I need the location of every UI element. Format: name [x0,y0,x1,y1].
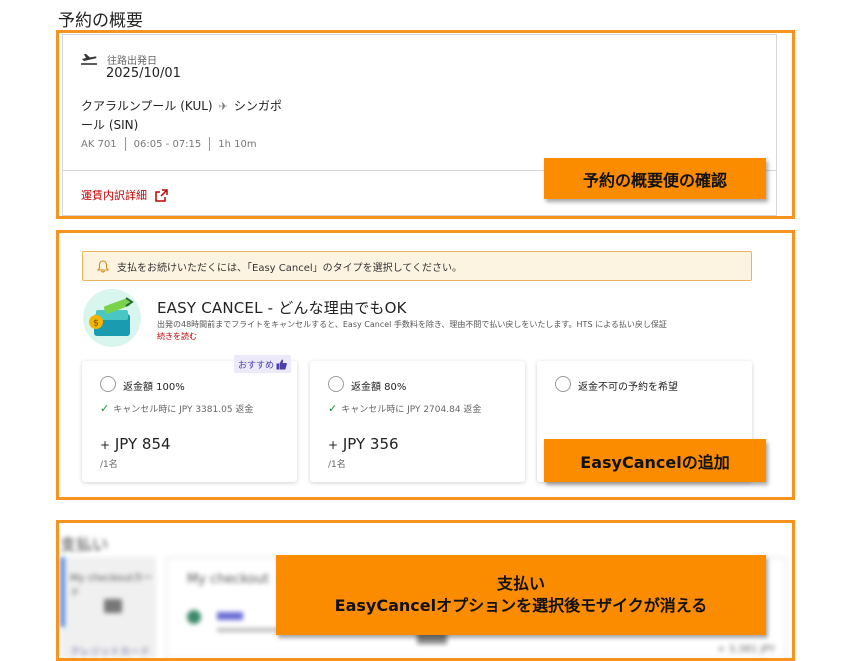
callout-summary: 予約の概要便の確認 [544,158,766,199]
callout-payment-line1: 支払い [496,574,545,593]
callout-payment-line2: EasyCancelオプションを選択後モザイクが消える [334,596,708,615]
page-title: 予約の概要 [58,11,143,31]
callout-easy-cancel: EasyCancelの追加 [544,439,766,482]
callout-payment: 支払い EasyCancelオプションを選択後モザイクが消える [276,555,766,635]
